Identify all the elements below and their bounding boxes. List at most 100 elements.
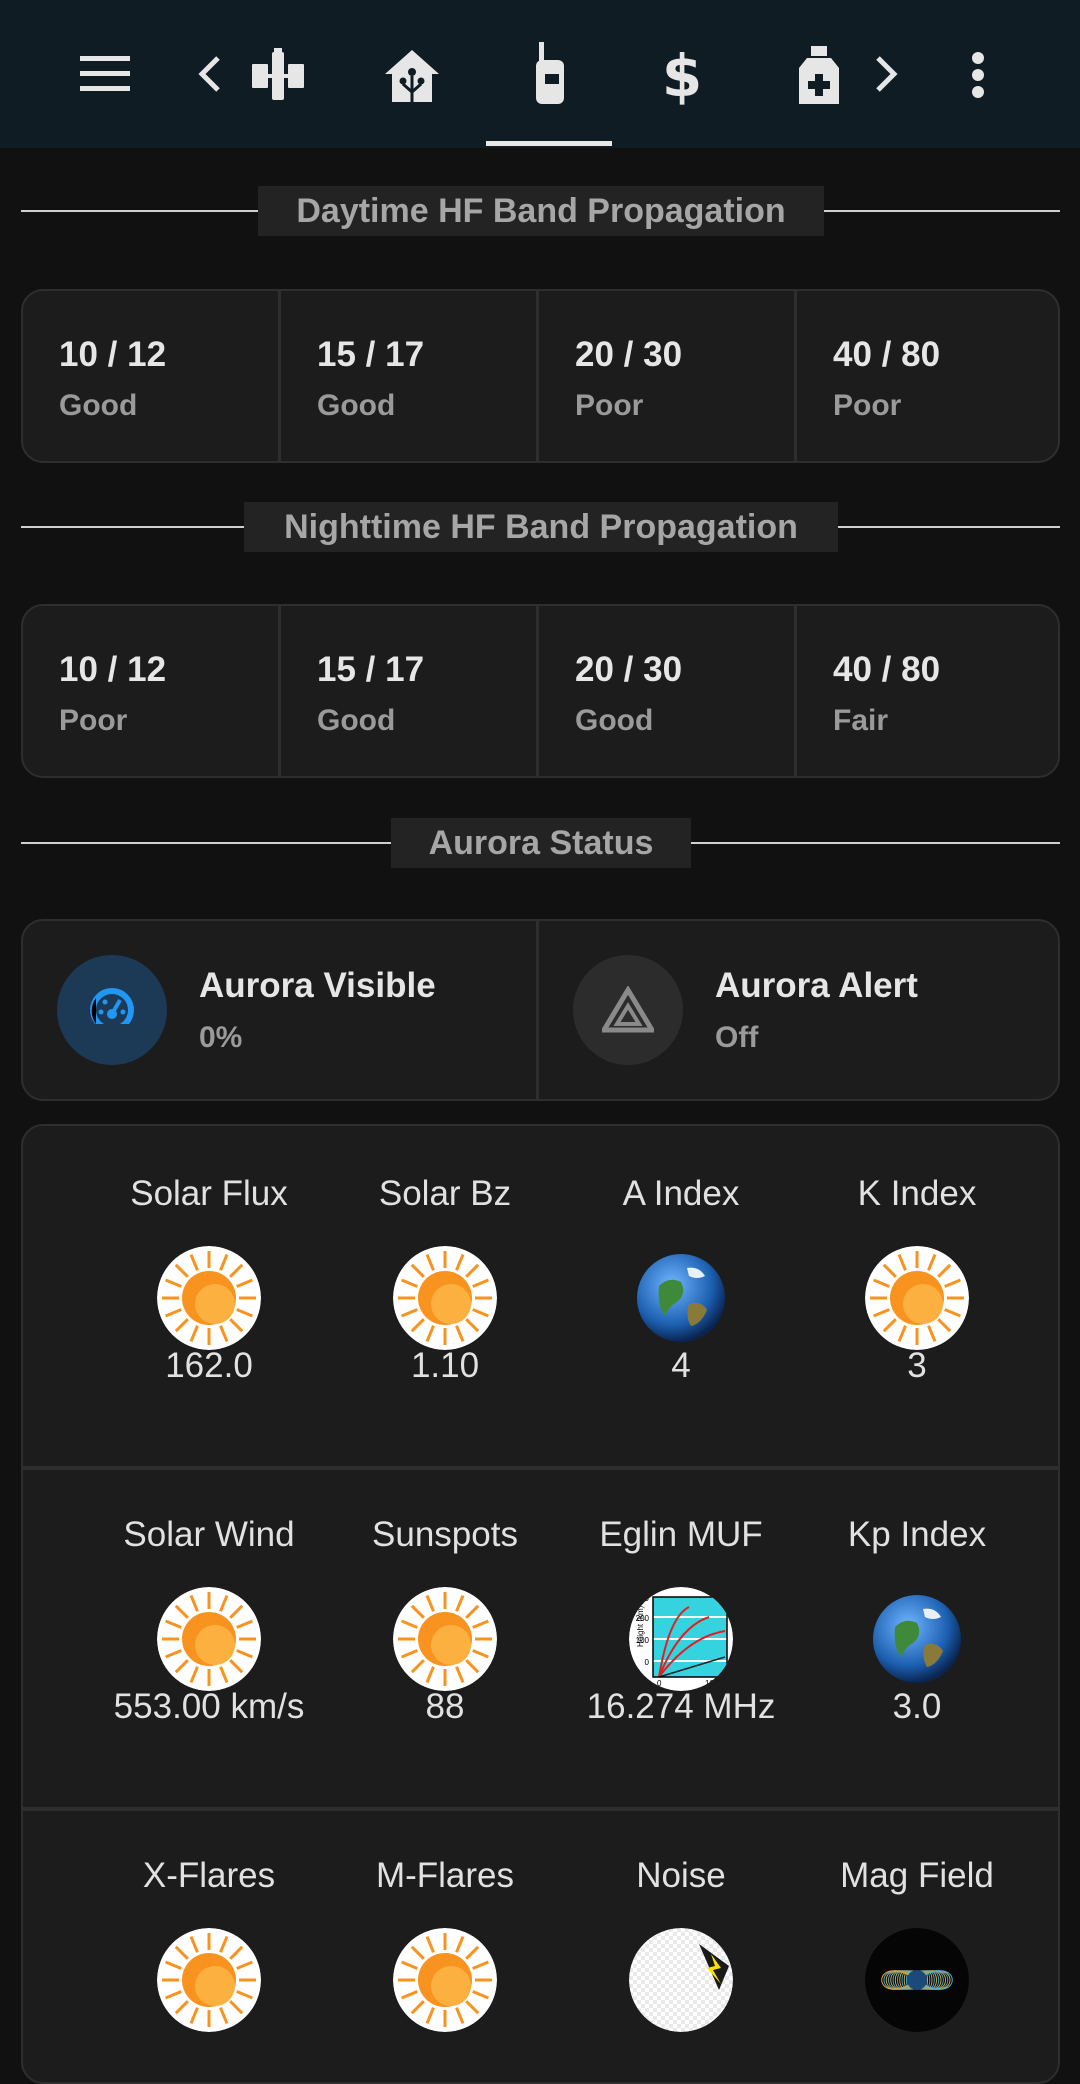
stat-value: 3.0	[892, 1687, 942, 1726]
sun-icon	[157, 1246, 261, 1350]
stat-value: 1.10	[410, 1346, 480, 1385]
radio-icon[interactable]	[520, 40, 580, 106]
stat-label: Mag Field	[840, 1856, 994, 1895]
sun-icon	[393, 1587, 497, 1691]
noise-icon	[629, 1928, 733, 2032]
stat-label: Solar Bz	[378, 1174, 512, 1213]
stat-value: 88	[425, 1687, 465, 1726]
band-status: Fair	[833, 704, 889, 737]
section-title: Daytime HF Band Propagation	[258, 186, 824, 236]
home-assistant-icon[interactable]	[382, 46, 442, 106]
stat-label: X-Flares	[142, 1856, 276, 1895]
stat-value: 553.00 km/s	[113, 1687, 305, 1726]
stat-tile[interactable]: Mag Field	[799, 1808, 1035, 2082]
stat-tile[interactable]: M-Flares	[327, 1808, 563, 2082]
stat-value: 16.274 MHz	[586, 1687, 776, 1726]
svg-text:200: 200	[636, 1614, 650, 1623]
band-tile[interactable]: 15 / 17 Good	[281, 291, 539, 461]
stat-label: Solar Flux	[130, 1174, 288, 1213]
stat-tile[interactable]: Solar Wind 553.00 km/s	[91, 1467, 327, 1807]
band-name: 15 / 17	[317, 650, 425, 689]
stat-label: K Index	[857, 1174, 977, 1213]
earth-icon	[629, 1246, 733, 1350]
alert-triangle-icon	[573, 955, 683, 1065]
stats-row: X-Flares M-Flares Noise Mag Field	[23, 1808, 1058, 2082]
band-tile[interactable]: 10 / 12 Poor	[23, 606, 281, 776]
band-name: 10 / 12	[59, 335, 167, 374]
dollar-icon[interactable]: $	[652, 42, 712, 110]
muf-chart-icon: Height (km) 300 200 100 0 0 1000	[629, 1587, 733, 1691]
stat-value: 162.0	[165, 1346, 253, 1385]
stat-label: Noise	[636, 1856, 726, 1895]
aurora-alert-name: Aurora Alert	[715, 966, 918, 1005]
aurora-alert-tile[interactable]: Aurora Alert Off	[539, 921, 1055, 1099]
more-vertical-icon[interactable]	[958, 48, 998, 102]
stat-tile[interactable]: Kp Index 3.0	[799, 1467, 1035, 1807]
sun-icon	[865, 1246, 969, 1350]
band-status: Good	[317, 389, 396, 422]
aurora-visible-tile[interactable]: Aurora Visible 0%	[23, 921, 539, 1099]
stat-tile[interactable]: Eglin MUF Height (km) 300 200 100 0 0 10…	[563, 1467, 799, 1807]
section-title: Aurora Status	[391, 818, 691, 868]
chevron-right-icon[interactable]	[868, 52, 904, 96]
stat-label: Solar Wind	[123, 1515, 295, 1554]
sun-icon	[393, 1928, 497, 2032]
nighttime-section-header: Nighttime HF Band Propagation	[21, 502, 1060, 552]
aurora-card: Aurora Visible 0% Aurora Alert Off	[21, 919, 1060, 1101]
solar-stats-card: Solar Flux 162.0 Solar Bz 1.10 A Index 4…	[21, 1124, 1060, 2084]
section-title: Nighttime HF Band Propagation	[244, 502, 838, 552]
stat-tile[interactable]: Sunspots 88	[327, 1467, 563, 1807]
svg-text:0: 0	[645, 1658, 650, 1667]
stat-label: A Index	[622, 1174, 740, 1213]
stat-tile[interactable]: X-Flares	[91, 1808, 327, 2082]
band-tile[interactable]: 40 / 80 Fair	[797, 606, 1055, 776]
aurora-visible-name: Aurora Visible	[199, 966, 436, 1005]
band-tile[interactable]: 20 / 30 Poor	[539, 291, 797, 461]
band-tile[interactable]: 20 / 30 Good	[539, 606, 797, 776]
aurora-visible-value: 0%	[199, 1021, 243, 1054]
svg-text:300: 300	[636, 1594, 650, 1603]
band-tile[interactable]: 15 / 17 Good	[281, 606, 539, 776]
daytime-section-header: Daytime HF Band Propagation	[21, 186, 1060, 236]
menu-icon[interactable]	[75, 48, 135, 100]
stat-tile[interactable]: K Index 3	[799, 1126, 1035, 1466]
band-status: Poor	[59, 704, 128, 737]
stat-tile[interactable]: A Index 4	[563, 1126, 799, 1466]
sun-icon	[157, 1928, 261, 2032]
stat-value: 4	[671, 1346, 691, 1385]
sun-icon	[157, 1587, 261, 1691]
band-status: Good	[59, 389, 138, 422]
stat-label: Eglin MUF	[599, 1515, 763, 1554]
band-status: Poor	[833, 389, 902, 422]
band-status: Good	[575, 704, 654, 737]
band-tile[interactable]: 10 / 12 Good	[23, 291, 281, 461]
nighttime-band-card: 10 / 12 Poor 15 / 17 Good 20 / 30 Good 4…	[21, 604, 1060, 778]
stat-tile[interactable]: Noise	[563, 1808, 799, 2082]
stat-label: Sunspots	[372, 1515, 518, 1554]
band-status: Good	[317, 704, 396, 737]
satellite-icon[interactable]	[248, 46, 308, 106]
band-name: 40 / 80	[833, 335, 941, 374]
stat-label: Kp Index	[847, 1515, 987, 1554]
stat-label: M-Flares	[375, 1856, 515, 1895]
band-name: 20 / 30	[575, 335, 683, 374]
stat-tile[interactable]: Solar Flux 162.0	[91, 1126, 327, 1466]
band-status: Poor	[575, 389, 644, 422]
active-tab-indicator	[486, 141, 612, 146]
stats-row: Solar Wind 553.00 km/s Sunspots 88 Eglin…	[23, 1467, 1058, 1807]
band-name: 10 / 12	[59, 650, 167, 689]
magnetic-field-icon	[865, 1928, 969, 2032]
band-tile[interactable]: 40 / 80 Poor	[797, 291, 1055, 461]
band-name: 15 / 17	[317, 335, 425, 374]
stat-tile[interactable]: Solar Bz 1.10	[327, 1126, 563, 1466]
gauge-icon	[57, 955, 167, 1065]
daytime-band-card: 10 / 12 Good 15 / 17 Good 20 / 30 Poor 4…	[21, 289, 1060, 463]
medical-bag-icon[interactable]	[788, 44, 850, 106]
band-name: 40 / 80	[833, 650, 941, 689]
top-app-bar: $	[0, 0, 1080, 148]
svg-text:100: 100	[636, 1636, 650, 1645]
earth-icon	[865, 1587, 969, 1691]
chevron-left-icon[interactable]	[192, 52, 228, 96]
aurora-alert-value: Off	[715, 1021, 759, 1054]
aurora-section-header: Aurora Status	[21, 818, 1060, 868]
